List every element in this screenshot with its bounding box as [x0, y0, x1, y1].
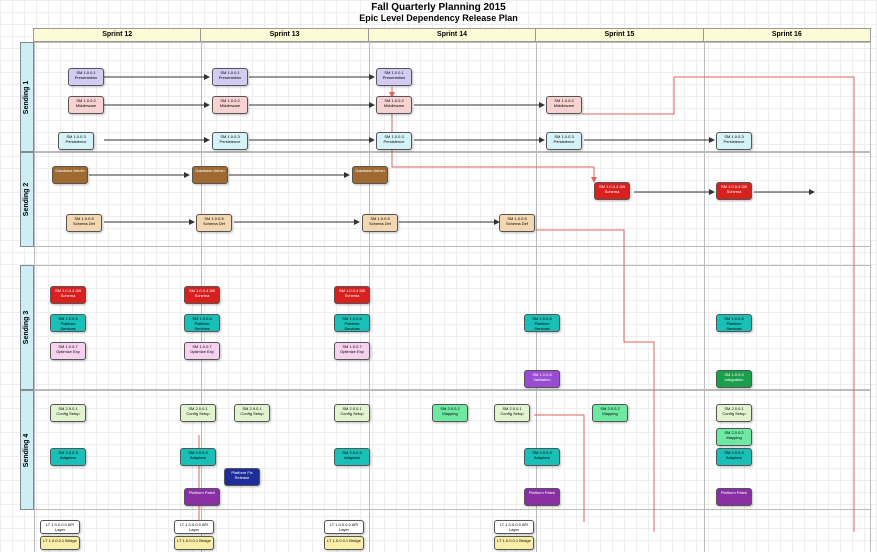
epic-card[interactable]: LT 1.0.0.0.1 Bridge — [494, 536, 534, 550]
epic-card[interactable]: SM 1.0.0.5 Schema Def — [66, 214, 102, 232]
epic-card[interactable]: SM 1.0.0.4 DB Schema — [334, 286, 370, 304]
epic-card[interactable]: SM 1.0.0.6 Platform Services — [524, 314, 560, 332]
epic-card[interactable]: SM 2.0.0.3 Adapters — [716, 448, 752, 466]
epic-card[interactable]: SM 1.0.0.2 Middleware — [212, 96, 248, 114]
title-block: Fall Quarterly Planning 2015 Epic Level … — [0, 2, 877, 23]
epic-card[interactable]: SM 2.0.0.2 Mapping — [716, 428, 752, 446]
epic-card[interactable]: SM 1.0.0.2 Middleware — [376, 96, 412, 114]
epic-card[interactable]: SM 1.0.0.7 Optimize Exp — [334, 342, 370, 360]
epic-card[interactable]: LT 1.0.0.0.1 Bridge — [324, 536, 364, 550]
epic-card[interactable]: LT 1.0.0.0.0 API Layer — [40, 520, 80, 534]
page-subtitle: Epic Level Dependency Release Plan — [0, 13, 877, 23]
epic-card[interactable]: SM 2.0.0.1 Config Setup — [334, 404, 370, 422]
epic-card[interactable]: SM 1.0.0.9 Integration — [716, 370, 752, 388]
col-sprint-16: Sprint 16 — [703, 28, 871, 42]
epic-card[interactable]: SM 2.0.0.3 Adapters — [524, 448, 560, 466]
epic-card[interactable]: SM 1.0.0.2 Middleware — [546, 96, 582, 114]
epic-card[interactable]: SM 1.0.0.6 Platform Services — [334, 314, 370, 332]
epic-card[interactable]: SM 1.0.0.3 Persistence — [212, 132, 248, 150]
epic-card[interactable]: SM 1.0.0.3 Persistence — [716, 132, 752, 150]
epic-card[interactable]: SM 1.0.0.6 Platform Services — [716, 314, 752, 332]
epic-card[interactable]: SM 2.0.0.3 Adapters — [50, 448, 86, 466]
epic-card[interactable]: SM 1.0.0.3 Persistence — [546, 132, 582, 150]
col-sprint-15: Sprint 15 — [535, 28, 703, 42]
epic-card[interactable]: SM 2.0.0.1 Config Setup — [50, 404, 86, 422]
epic-card[interactable]: LT 1.0.0.0.1 Bridge — [174, 536, 214, 550]
col-sprint-13: Sprint 13 — [200, 28, 368, 42]
epic-card[interactable]: SM 1.0.0.7 Optimize Exp — [184, 342, 220, 360]
dependency-lines — [34, 42, 871, 552]
epic-card[interactable]: SM 1.0.0.8 Validation — [524, 370, 560, 388]
epic-card[interactable]: SM 1.0.0.5 Schema Def — [196, 214, 232, 232]
col-sprint-14: Sprint 14 — [368, 28, 536, 42]
sprint-header-row: Sprint 12 Sprint 13 Sprint 14 Sprint 15 … — [34, 28, 871, 42]
epic-card[interactable]: LT 1.0.0.0.0 API Layer — [174, 520, 214, 534]
epic-card[interactable]: SM 2.0.0.2 Mapping — [592, 404, 628, 422]
epic-card[interactable]: SM 2.0.0.3 Adapters — [334, 448, 370, 466]
row-label-sending3: Sending 3 — [20, 265, 34, 390]
col-sprint-12: Sprint 12 — [33, 28, 201, 42]
epic-card[interactable]: SM 1.0.0.6 Platform Services — [184, 314, 220, 332]
epic-card[interactable]: SM 2.0.0.1 Config Setup — [180, 404, 216, 422]
epic-card[interactable]: SM 1.0.0.6 Platform Services — [50, 314, 86, 332]
epic-card[interactable]: SM 1.0.0.1 Presentation — [68, 68, 104, 86]
epic-card[interactable]: LT 1.0.0.0.0 API Layer — [494, 520, 534, 534]
epic-card[interactable]: SM 2.0.0.1 Config Setup — [494, 404, 530, 422]
row-label-sending2: Sending 2 — [20, 152, 34, 247]
epic-card[interactable]: Platform Fix Release — [224, 468, 260, 486]
epic-card[interactable]: SM 1.0.0.4 DB Schema — [594, 182, 630, 200]
epic-card[interactable]: SM 1.0.0.4 DB Schema — [50, 286, 86, 304]
epic-card[interactable]: Database Admin — [352, 166, 388, 184]
epic-card[interactable]: SM 1.0.0.1 Presentation — [376, 68, 412, 86]
row-label-sending1: Sending 1 — [20, 42, 34, 152]
epic-card[interactable]: LT 1.0.0.0.1 Bridge — [40, 536, 80, 550]
epic-card[interactable]: SM 1.0.0.5 Schema Def — [499, 214, 535, 232]
epic-card[interactable]: Database Admin — [192, 166, 228, 184]
epic-card[interactable]: SM 2.0.0.1 Config Setup — [234, 404, 270, 422]
row-label-sending4: Sending 4 — [20, 390, 34, 510]
epic-card[interactable]: SM 1.0.0.2 Middleware — [68, 96, 104, 114]
epic-card[interactable]: Platform Patch — [716, 488, 752, 506]
diagram-canvas[interactable]: SM 1.0.0.1 Presentation SM 1.0.0.1 Prese… — [34, 42, 871, 552]
epic-card[interactable]: SM 1.0.0.7 Optimize Exp — [50, 342, 86, 360]
epic-card[interactable]: SM 1.0.0.4 DB Schema — [184, 286, 220, 304]
epic-card[interactable]: Platform Patch — [524, 488, 560, 506]
epic-card[interactable]: SM 2.0.0.1 Config Setup — [716, 404, 752, 422]
epic-card[interactable]: SM 1.0.0.3 Persistence — [58, 132, 94, 150]
epic-card[interactable]: SM 1.0.0.3 Persistence — [376, 132, 412, 150]
epic-card[interactable]: SM 1.0.0.4 DB Schema — [716, 182, 752, 200]
epic-card[interactable]: SM 2.0.0.2 Mapping — [432, 404, 468, 422]
epic-card[interactable]: Database Admin — [52, 166, 88, 184]
page-title: Fall Quarterly Planning 2015 — [0, 2, 877, 13]
epic-card[interactable]: SM 1.0.0.1 Presentation — [212, 68, 248, 86]
epic-card[interactable]: Platform Patch — [184, 488, 220, 506]
epic-card[interactable]: LT 1.0.0.0.0 API Layer — [324, 520, 364, 534]
epic-card[interactable]: SM 2.0.0.3 Adapters — [180, 448, 216, 466]
epic-card[interactable]: SM 1.0.0.5 Schema Def — [362, 214, 398, 232]
